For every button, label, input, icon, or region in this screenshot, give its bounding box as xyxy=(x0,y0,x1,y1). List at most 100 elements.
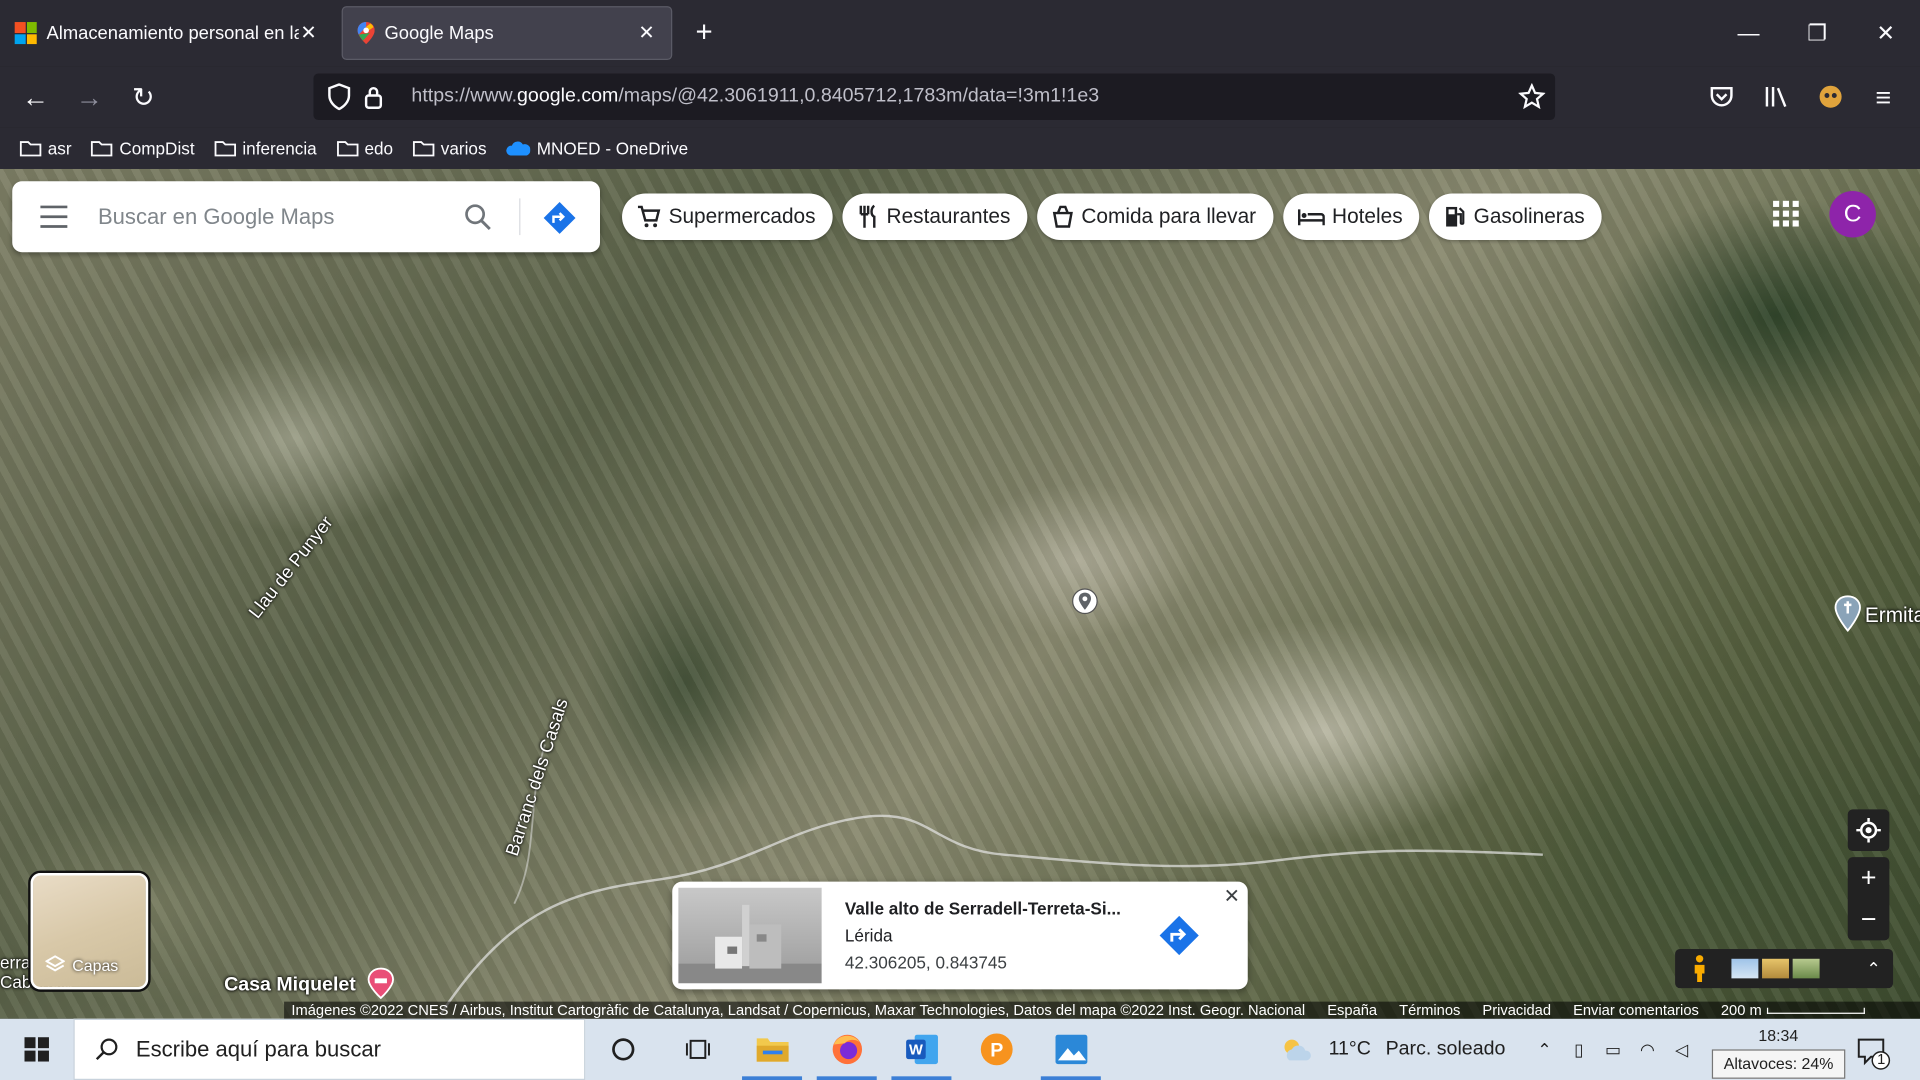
pegman-icon[interactable] xyxy=(1687,954,1711,983)
zoom-in-button[interactable]: + xyxy=(1848,857,1890,899)
map-label-casa-miquelet[interactable]: Casa Miquelet xyxy=(224,975,356,997)
tab-google-maps[interactable]: Google Maps ✕ xyxy=(341,6,673,61)
tray-device-icon[interactable]: ▯ xyxy=(1562,1039,1596,1060)
taskbar-clock-time[interactable]: 18:34 xyxy=(1758,1026,1798,1044)
account-avatar[interactable]: C xyxy=(1829,191,1876,238)
tray-chevron-up-icon[interactable]: ⌃ xyxy=(1527,1039,1561,1060)
google-apps-grid-icon[interactable] xyxy=(1771,198,1800,227)
footer-link-espana[interactable]: España xyxy=(1327,1002,1377,1019)
battery-icon[interactable]: ▭ xyxy=(1596,1039,1630,1060)
minimize-icon[interactable]: — xyxy=(1730,15,1767,52)
close-window-icon[interactable]: ✕ xyxy=(1867,15,1904,52)
satellite-map[interactable]: Llau de Punyer Barranc dels Casals Ermit… xyxy=(0,168,1920,1019)
weather-condition: Parc. soleado xyxy=(1385,1038,1506,1060)
url-text[interactable]: https://www.google.com/maps/@42.3061911,… xyxy=(411,86,1099,108)
place-title[interactable]: Valle alto de Serradell-Terreta-Si... xyxy=(845,899,1121,919)
photos-taskbar-icon[interactable] xyxy=(1033,1019,1108,1080)
search-icon[interactable] xyxy=(463,202,492,231)
weather-temperature: 11°C xyxy=(1328,1038,1371,1060)
bookmark-edo[interactable]: edo xyxy=(336,138,393,158)
notification-center-button[interactable]: 1 xyxy=(1854,1033,1891,1070)
hotel-bed-icon xyxy=(1297,209,1325,226)
library-icon[interactable] xyxy=(1763,84,1790,108)
map-label-ermita[interactable]: Ermita xyxy=(1865,604,1920,628)
location-pin-icon[interactable] xyxy=(1071,588,1098,615)
building-illustration-icon xyxy=(678,904,822,984)
bookmark-label: varios xyxy=(440,138,487,158)
place-card[interactable]: Valle alto de Serradell-Terreta-Si... Lé… xyxy=(672,881,1248,990)
footer-link-terminos[interactable]: Términos xyxy=(1399,1002,1460,1019)
extension-avatar-icon[interactable] xyxy=(1817,83,1844,110)
bookmark-varios[interactable]: varios xyxy=(412,138,487,158)
weather-widget[interactable]: 11°C Parc. soleado xyxy=(1280,1036,1506,1063)
expand-up-icon[interactable]: ⌃ xyxy=(1866,958,1880,979)
chip-gasolineras[interactable]: Gasolineras xyxy=(1429,193,1602,241)
bookmark-star-icon[interactable] xyxy=(1518,83,1546,110)
hamburger-menu-icon[interactable]: ≡ xyxy=(1866,81,1900,115)
footer-link-privacidad[interactable]: Privacidad xyxy=(1482,1002,1551,1019)
category-chips: Supermercados Restaurantes Comida para l… xyxy=(622,193,1612,241)
church-pin-icon[interactable] xyxy=(1834,595,1861,632)
chip-restaurantes[interactable]: Restaurantes xyxy=(842,193,1028,241)
word-taskbar-icon[interactable]: W xyxy=(884,1019,959,1080)
restore-icon[interactable]: ❐ xyxy=(1799,15,1836,52)
hotel-pin-icon[interactable] xyxy=(365,967,397,1000)
maps-menu-icon[interactable] xyxy=(39,203,68,230)
cortana-button[interactable] xyxy=(585,1019,660,1080)
address-bar[interactable]: https://www.google.com/maps/@42.3061911,… xyxy=(313,73,1556,121)
bookmark-compdist[interactable]: CompDist xyxy=(91,138,195,158)
chip-comida-para-llevar[interactable]: Comida para llevar xyxy=(1037,193,1274,241)
firefox-taskbar-icon[interactable] xyxy=(809,1019,884,1080)
imagery-thumbnails[interactable] xyxy=(1731,958,1823,979)
footer-link-enviar[interactable]: Enviar comentarios xyxy=(1573,1002,1699,1019)
chip-supermercados[interactable]: Supermercados xyxy=(622,193,833,241)
url-domain: google.com xyxy=(517,85,619,107)
notification-count: 1 xyxy=(1877,1050,1886,1068)
map-scale[interactable]: 200 m xyxy=(1721,1002,1865,1019)
attribution-text: Imágenes ©2022 CNES / Airbus, Institut C… xyxy=(291,1001,1306,1019)
firefox-icon xyxy=(832,1034,862,1065)
bookmark-inferencia[interactable]: inferencia xyxy=(214,138,317,158)
folder-icon xyxy=(91,141,113,157)
my-location-button[interactable] xyxy=(1847,809,1890,852)
new-tab-button[interactable]: + xyxy=(688,17,720,49)
shopping-cart-icon xyxy=(637,205,661,228)
bookmark-onedrive[interactable]: MNOED - OneDrive xyxy=(506,138,688,158)
maps-search-input[interactable] xyxy=(97,195,441,238)
reload-button[interactable]: ↻ xyxy=(126,81,160,115)
folder-icon xyxy=(412,141,435,157)
lock-icon[interactable] xyxy=(362,84,384,109)
app-orange-taskbar-icon[interactable]: P xyxy=(959,1019,1034,1080)
wifi-icon[interactable]: ◠ xyxy=(1630,1039,1664,1060)
taskbar-search-text: Escribe aquí para buscar xyxy=(135,1036,381,1062)
tab-onedrive[interactable]: Almacenamiento personal en la ✕ xyxy=(0,6,333,60)
forward-button[interactable]: → xyxy=(72,81,106,115)
chip-label: Hoteles xyxy=(1332,204,1403,228)
speaker-icon[interactable]: ◁ xyxy=(1665,1039,1699,1060)
terrain-thumbnail[interactable] xyxy=(1762,958,1789,979)
url-prefix: https://www. xyxy=(411,85,518,107)
place-directions-icon[interactable] xyxy=(1157,913,1201,957)
taskbar-search-box[interactable]: Escribe aquí para buscar xyxy=(73,1018,586,1080)
chip-hoteles[interactable]: Hoteles xyxy=(1283,193,1420,241)
zoom-out-button[interactable]: − xyxy=(1848,899,1890,941)
place-card-close-icon[interactable]: ✕ xyxy=(1221,887,1243,909)
layers-button[interactable]: Capas xyxy=(30,873,149,990)
tab-close-icon[interactable]: ✕ xyxy=(299,21,319,45)
tab-close-icon[interactable]: ✕ xyxy=(637,21,657,45)
tracking-protection-shield-icon[interactable] xyxy=(326,83,353,111)
task-view-button[interactable] xyxy=(660,1019,735,1080)
onedrive-cloud-icon xyxy=(506,141,531,156)
bookmark-asr[interactable]: asr xyxy=(19,138,72,158)
fields-thumbnail[interactable] xyxy=(1792,958,1820,979)
place-thumbnail[interactable] xyxy=(678,887,822,984)
back-button[interactable]: ← xyxy=(18,81,52,115)
start-button[interactable] xyxy=(0,1019,73,1080)
file-explorer-taskbar-icon[interactable] xyxy=(735,1019,810,1080)
pocket-icon[interactable] xyxy=(1709,84,1733,108)
directions-icon[interactable] xyxy=(541,200,578,237)
sky-thumbnail[interactable] xyxy=(1731,958,1759,979)
bookmark-label: MNOED - OneDrive xyxy=(536,138,689,158)
system-tray: ⌃ ▯ ▭ ◠ ◁ xyxy=(1527,1039,1698,1060)
takeout-icon xyxy=(1052,205,1074,228)
